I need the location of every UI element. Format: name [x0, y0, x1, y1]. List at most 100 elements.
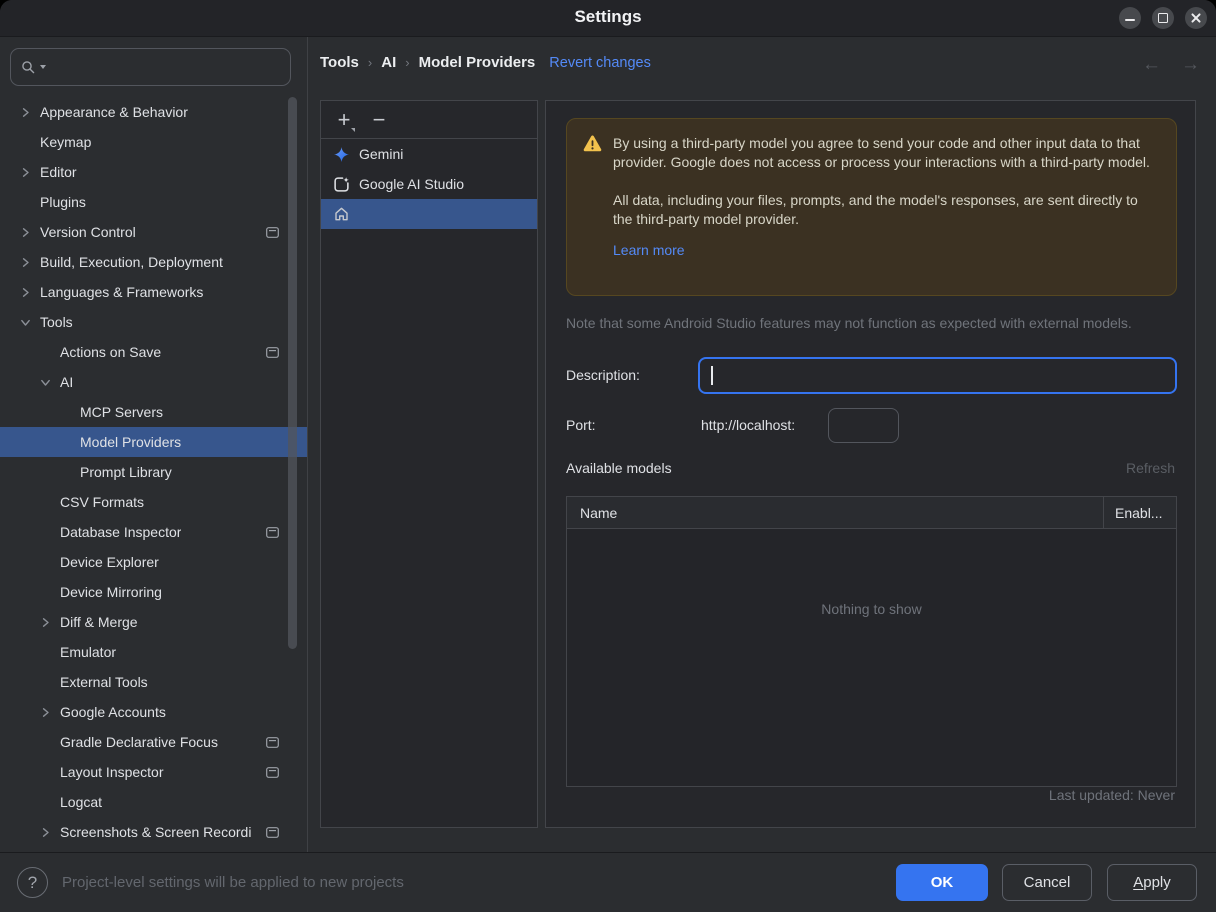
search-input[interactable] — [48, 58, 280, 76]
sidebar-item-label: Keymap — [40, 134, 92, 150]
sidebar-item-database-inspector[interactable]: Database Inspector — [0, 517, 307, 547]
provider-detail-panel: By using a third-party model you agree t… — [545, 100, 1196, 828]
description-input[interactable] — [698, 357, 1177, 394]
warning-paragraph-2: All data, including your files, prompts,… — [613, 192, 1138, 227]
close-button[interactable] — [1185, 7, 1207, 29]
sidebar-item-model-providers[interactable]: Model Providers — [0, 427, 307, 457]
titlebar: Settings — [0, 0, 1216, 37]
sidebar-item-diff-merge[interactable]: Diff & Merge — [0, 607, 307, 637]
provider-list-panel: + − Gemini Google AI Studio — [320, 100, 538, 828]
chevron-right-icon[interactable] — [18, 106, 32, 119]
chevron-right-icon[interactable] — [18, 256, 32, 269]
port-input[interactable] — [828, 408, 899, 443]
maximize-button[interactable] — [1152, 7, 1174, 29]
models-table-header: Name Enabl... — [567, 497, 1176, 529]
remove-provider-button[interactable]: − — [369, 108, 389, 131]
forward-arrow-icon[interactable]: → — [1181, 55, 1200, 74]
breadcrumb: Tools › AI › Model Providers Revert changes — [320, 54, 651, 71]
back-arrow-icon[interactable]: ← — [1142, 55, 1161, 74]
sidebar-item-label: CSV Formats — [60, 494, 145, 510]
sidebar-item-label: Appearance & Behavior — [40, 104, 188, 120]
settings-tree: Appearance & Behavior Keymap Editor Plugins… — [0, 97, 307, 847]
chevron-down-icon[interactable] — [18, 316, 32, 329]
sidebar-item-keymap[interactable]: Keymap — [0, 127, 307, 157]
sidebar-item-device-mirroring[interactable]: Device Mirroring — [0, 577, 307, 607]
sidebar-item-version-control[interactable]: Version Control — [0, 217, 307, 247]
add-provider-button[interactable]: + — [334, 108, 355, 132]
sidebar-item-label: Screenshots & Screen Recordi — [60, 824, 252, 840]
close-icon — [1190, 12, 1202, 24]
sidebar-item-logcat[interactable]: Logcat — [0, 787, 307, 817]
sidebar-item-label: Database Inspector — [60, 524, 182, 540]
help-button[interactable]: ? — [17, 867, 48, 898]
provider-item-google-ai-studio[interactable]: Google AI Studio — [321, 169, 537, 199]
sidebar-item-label: Languages & Frameworks — [40, 284, 204, 300]
sidebar-item-mcp-servers[interactable]: MCP Servers — [0, 397, 307, 427]
sidebar-item-build-execution-deployment[interactable]: Build, Execution, Deployment — [0, 247, 307, 277]
chevron-right-icon[interactable] — [18, 226, 32, 239]
project-settings-hint: Project-level settings will be applied t… — [62, 874, 404, 891]
gemini-icon — [333, 146, 350, 163]
sidebar-item-label: Model Providers — [80, 434, 182, 450]
dialog-footer: ? Project-level settings will be applied… — [0, 852, 1216, 912]
breadcrumb-tools[interactable]: Tools — [320, 54, 359, 71]
warning-text: By using a third-party model you agree t… — [613, 134, 1158, 295]
sidebar-scrollbar[interactable] — [288, 97, 297, 649]
window-controls — [1119, 7, 1207, 29]
sidebar-item-google-accounts[interactable]: Google Accounts — [0, 697, 307, 727]
provider-item-new[interactable] — [321, 199, 537, 229]
chevron-right-icon[interactable] — [38, 706, 52, 719]
chevron-right-icon[interactable] — [38, 826, 52, 839]
learn-more-link[interactable]: Learn more — [613, 242, 685, 258]
revert-changes-link[interactable]: Revert changes — [549, 55, 651, 71]
warning-icon — [583, 135, 602, 295]
sidebar-item-screenshots-screen-recordi[interactable]: Screenshots & Screen Recordi — [0, 817, 307, 847]
column-header-name[interactable]: Name — [567, 497, 1104, 528]
sidebar-item-appearance-behavior[interactable]: Appearance & Behavior — [0, 97, 307, 127]
sidebar-item-layout-inspector[interactable]: Layout Inspector — [0, 757, 307, 787]
ok-button[interactable]: OK — [896, 864, 988, 901]
sidebar-item-label: Build, Execution, Deployment — [40, 254, 223, 270]
sidebar-item-label: Tools — [40, 314, 73, 330]
models-table-empty-text: Nothing to show — [821, 601, 922, 617]
apply-button[interactable]: Apply — [1107, 864, 1197, 901]
port-label: Port: — [566, 417, 596, 433]
chevron-down-icon[interactable] — [38, 376, 52, 389]
sidebar-item-editor[interactable]: Editor — [0, 157, 307, 187]
sidebar-item-tools[interactable]: Tools — [0, 307, 307, 337]
breadcrumb-ai[interactable]: AI — [381, 54, 396, 71]
search-icon — [21, 60, 36, 75]
sidebar-item-label: Version Control — [40, 224, 136, 240]
minimize-button[interactable] — [1119, 7, 1141, 29]
chevron-right-icon[interactable] — [38, 616, 52, 629]
chevron-right-icon[interactable] — [18, 286, 32, 299]
breadcrumb-model-providers[interactable]: Model Providers — [419, 54, 536, 71]
provider-item-gemini[interactable]: Gemini — [321, 139, 537, 169]
sidebar-item-plugins[interactable]: Plugins — [0, 187, 307, 217]
sidebar-item-external-tools[interactable]: External Tools — [0, 667, 307, 697]
search-options-chevron-icon[interactable] — [40, 65, 46, 69]
text-caret — [711, 366, 713, 385]
sidebar-item-languages-frameworks[interactable]: Languages & Frameworks — [0, 277, 307, 307]
cancel-button[interactable]: Cancel — [1002, 864, 1092, 901]
available-models-heading: Available models — [566, 460, 672, 476]
sidebar-item-ai[interactable]: AI — [0, 367, 307, 397]
sidebar-item-csv-formats[interactable]: CSV Formats — [0, 487, 307, 517]
sidebar-item-label: Editor — [40, 164, 77, 180]
search-box[interactable] — [10, 48, 291, 86]
sidebar-item-label: Device Explorer — [60, 554, 159, 570]
screen-icon — [266, 526, 279, 538]
description-label: Description: — [566, 367, 640, 383]
chevron-right-icon[interactable] — [18, 166, 32, 179]
sidebar-item-actions-on-save[interactable]: Actions on Save — [0, 337, 307, 367]
sidebar-item-label: Plugins — [40, 194, 86, 210]
sidebar-item-gradle-declarative-focus[interactable]: Gradle Declarative Focus — [0, 727, 307, 757]
sidebar-item-prompt-library[interactable]: Prompt Library — [0, 457, 307, 487]
sidebar-item-emulator[interactable]: Emulator — [0, 637, 307, 667]
refresh-button[interactable]: Refresh — [1126, 460, 1175, 476]
maximize-icon — [1158, 13, 1168, 23]
provider-item-label: Google AI Studio — [359, 176, 465, 192]
sidebar-item-device-explorer[interactable]: Device Explorer — [0, 547, 307, 577]
column-header-enabled[interactable]: Enabl... — [1104, 497, 1176, 528]
provider-toolbar: + − — [321, 101, 537, 139]
